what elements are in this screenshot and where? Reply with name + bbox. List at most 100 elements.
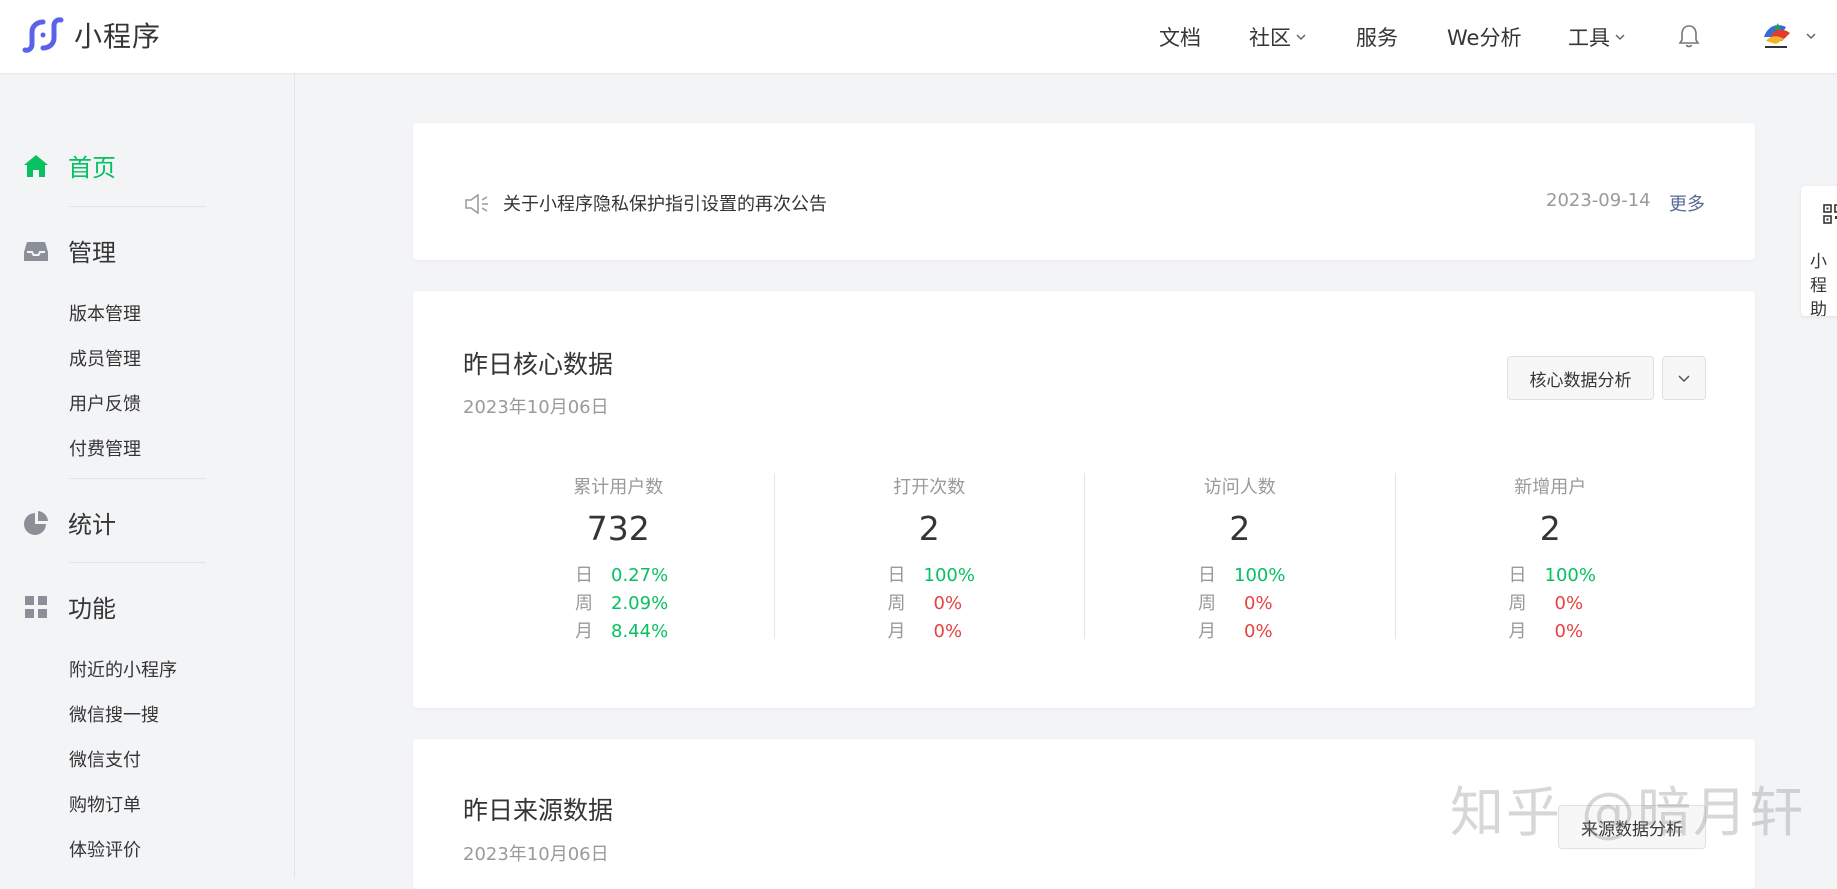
- nav-docs[interactable]: 文档: [1159, 22, 1201, 52]
- metric-month-row: 月 0%: [888, 617, 963, 643]
- sidebar-item-features[interactable]: 功能: [22, 589, 116, 624]
- metric-period: 月: [1508, 621, 1527, 642]
- metric-change: 100%: [1544, 565, 1596, 586]
- notice-date: 2023-09-14: [1546, 190, 1651, 211]
- core-analysis-button[interactable]: 核心数据分析: [1507, 356, 1654, 400]
- metric-period: 日: [575, 565, 593, 586]
- nav-services[interactable]: 服务: [1356, 22, 1398, 52]
- metric-change: 0%: [1244, 621, 1273, 642]
- metric-week-row: 周 0%: [1198, 589, 1273, 615]
- sidebar-divider: [69, 562, 206, 563]
- metric-change: 0%: [933, 621, 963, 642]
- sidebar-item-label: 首页: [68, 154, 116, 182]
- metric-change: 8.44%: [611, 621, 669, 642]
- nav-tools-label: 工具: [1568, 26, 1610, 50]
- metric-day-row: 日 100%: [1509, 561, 1596, 587]
- metric-month-row: 月 0%: [1509, 617, 1584, 643]
- metric-change: 0%: [1244, 593, 1273, 614]
- chevron-down-icon[interactable]: [1804, 29, 1818, 43]
- bell-icon[interactable]: [1677, 23, 1701, 49]
- sidebar-item-version[interactable]: 版本管理: [69, 300, 141, 326]
- widget-label: 小程助: [1810, 252, 1827, 316]
- metric-week-row: 周 0%: [1509, 589, 1584, 615]
- metric-change: 0%: [1554, 621, 1584, 642]
- core-data-title: 昨日核心数据: [463, 350, 614, 379]
- metric-period: 日: [1508, 565, 1527, 586]
- metric-new-users: 新增用户 2 日 100% 周 0% 月 0%: [1394, 473, 1706, 642]
- metric-week-row: 周 0%: [888, 589, 963, 615]
- sidebar-item-stats[interactable]: 统计: [22, 505, 116, 540]
- top-nav: 文档 社区 服务 We分析 工具: [0, 0, 1837, 73]
- metric-month-row: 月 0%: [1198, 617, 1273, 643]
- core-metrics: 累计用户数 732 日 0.27% 周 2.09% 月 8.44% 打开次数 2 日1…: [463, 473, 1706, 642]
- metric-label: 新增用户: [1514, 477, 1587, 498]
- metric-visitors: 访问人数 2 日 100% 周 0% 月 0%: [1084, 473, 1395, 642]
- core-analysis-dropdown-button[interactable]: [1662, 356, 1706, 400]
- core-data-date: 2023年10月06日: [463, 397, 609, 418]
- metric-value: 2: [1229, 509, 1251, 548]
- sidebar-item-wechat-pay[interactable]: 微信支付: [69, 746, 141, 772]
- avatar-image: [1756, 17, 1796, 57]
- sidebar-item-nearby[interactable]: 附近的小程序: [69, 656, 177, 682]
- nav-services-label: 服务: [1356, 26, 1398, 50]
- nav-community-label: 社区: [1249, 26, 1291, 50]
- metric-period: 日: [1198, 565, 1216, 586]
- metric-value: 2: [1539, 509, 1561, 548]
- metric-period: 月: [887, 621, 906, 642]
- sidebar-item-label: 功能: [68, 595, 116, 623]
- sidebar-item-reviews[interactable]: 体验评价: [69, 836, 141, 862]
- notice-link[interactable]: 关于小程序隐私保护指引设置的再次公告: [503, 190, 827, 216]
- sidebar-item-payment[interactable]: 付费管理: [69, 435, 141, 461]
- notice-more-link[interactable]: 更多: [1669, 190, 1705, 216]
- sidebar-item-home[interactable]: 首页: [22, 148, 116, 183]
- metric-day-row: 日 0.27%: [575, 561, 668, 587]
- home-icon: [24, 154, 48, 177]
- metric-period: 周: [1508, 593, 1527, 614]
- metric-label: 访问人数: [1203, 477, 1276, 498]
- metric-label: 累计用户数: [573, 477, 664, 498]
- metric-period: 周: [1198, 593, 1216, 614]
- mini-program-assistant-widget[interactable]: 小程助: [1801, 186, 1837, 316]
- metric-week-row: 周 2.09%: [575, 589, 668, 615]
- metric-month-row: 月 8.44%: [575, 617, 668, 643]
- nav-docs-label: 文档: [1159, 26, 1201, 50]
- pie-chart-icon: [24, 510, 48, 535]
- chevron-down-icon: [1678, 375, 1690, 383]
- metric-opens: 打开次数 2 日 100% 周 0% 月 0%: [773, 473, 1085, 642]
- metric-label: 打开次数: [893, 477, 966, 498]
- metric-change: 100%: [923, 565, 975, 586]
- grid-icon: [25, 595, 47, 618]
- nav-we-analysis[interactable]: We分析: [1447, 22, 1521, 52]
- sidebar-item-wechat-search[interactable]: 微信搜一搜: [69, 701, 159, 727]
- inbox-icon: [24, 241, 48, 261]
- metric-change: 0.27%: [611, 565, 669, 586]
- metric-change: 0%: [933, 593, 963, 614]
- speaker-icon: [465, 193, 488, 215]
- sidebar-item-orders[interactable]: 购物订单: [69, 791, 141, 817]
- notice-card: 关于小程序隐私保护指引设置的再次公告 2023-09-14 更多: [413, 123, 1755, 260]
- core-data-card: 昨日核心数据 2023年10月06日 核心数据分析 累计用户数 732 日 0.2…: [413, 291, 1755, 708]
- sidebar-item-label: 管理: [68, 239, 116, 267]
- chevron-down-icon: [1615, 34, 1625, 41]
- sidebar-item-members[interactable]: 成员管理: [69, 345, 141, 371]
- sidebar-divider: [69, 478, 206, 479]
- sidebar-item-label: 统计: [68, 511, 116, 539]
- metric-period: 周: [887, 593, 906, 614]
- qr-code-icon: [1823, 204, 1837, 224]
- nav-tools[interactable]: 工具: [1568, 22, 1627, 52]
- metric-period: 日: [887, 565, 906, 586]
- metric-change: 0%: [1554, 593, 1584, 614]
- metric-day-row: 日 100%: [1198, 561, 1285, 587]
- nav-community[interactable]: 社区: [1249, 22, 1308, 52]
- metric-change: 2.09%: [611, 593, 669, 614]
- avatar[interactable]: [1756, 17, 1796, 57]
- sidebar-item-manage[interactable]: 管理: [22, 233, 116, 268]
- metric-period: 月: [1198, 621, 1216, 642]
- metric-change: 100%: [1234, 565, 1286, 586]
- source-data-date: 2023年10月06日: [463, 844, 609, 865]
- sidebar-item-feedback[interactable]: 用户反馈: [69, 390, 141, 416]
- sidebar-divider: [69, 206, 206, 207]
- watermark: 知乎 @暗月轩: [1450, 781, 1806, 844]
- top-bar: 小程序 文档 社区 服务 We分析 工具: [0, 0, 1837, 73]
- chevron-down-icon: [1296, 34, 1306, 41]
